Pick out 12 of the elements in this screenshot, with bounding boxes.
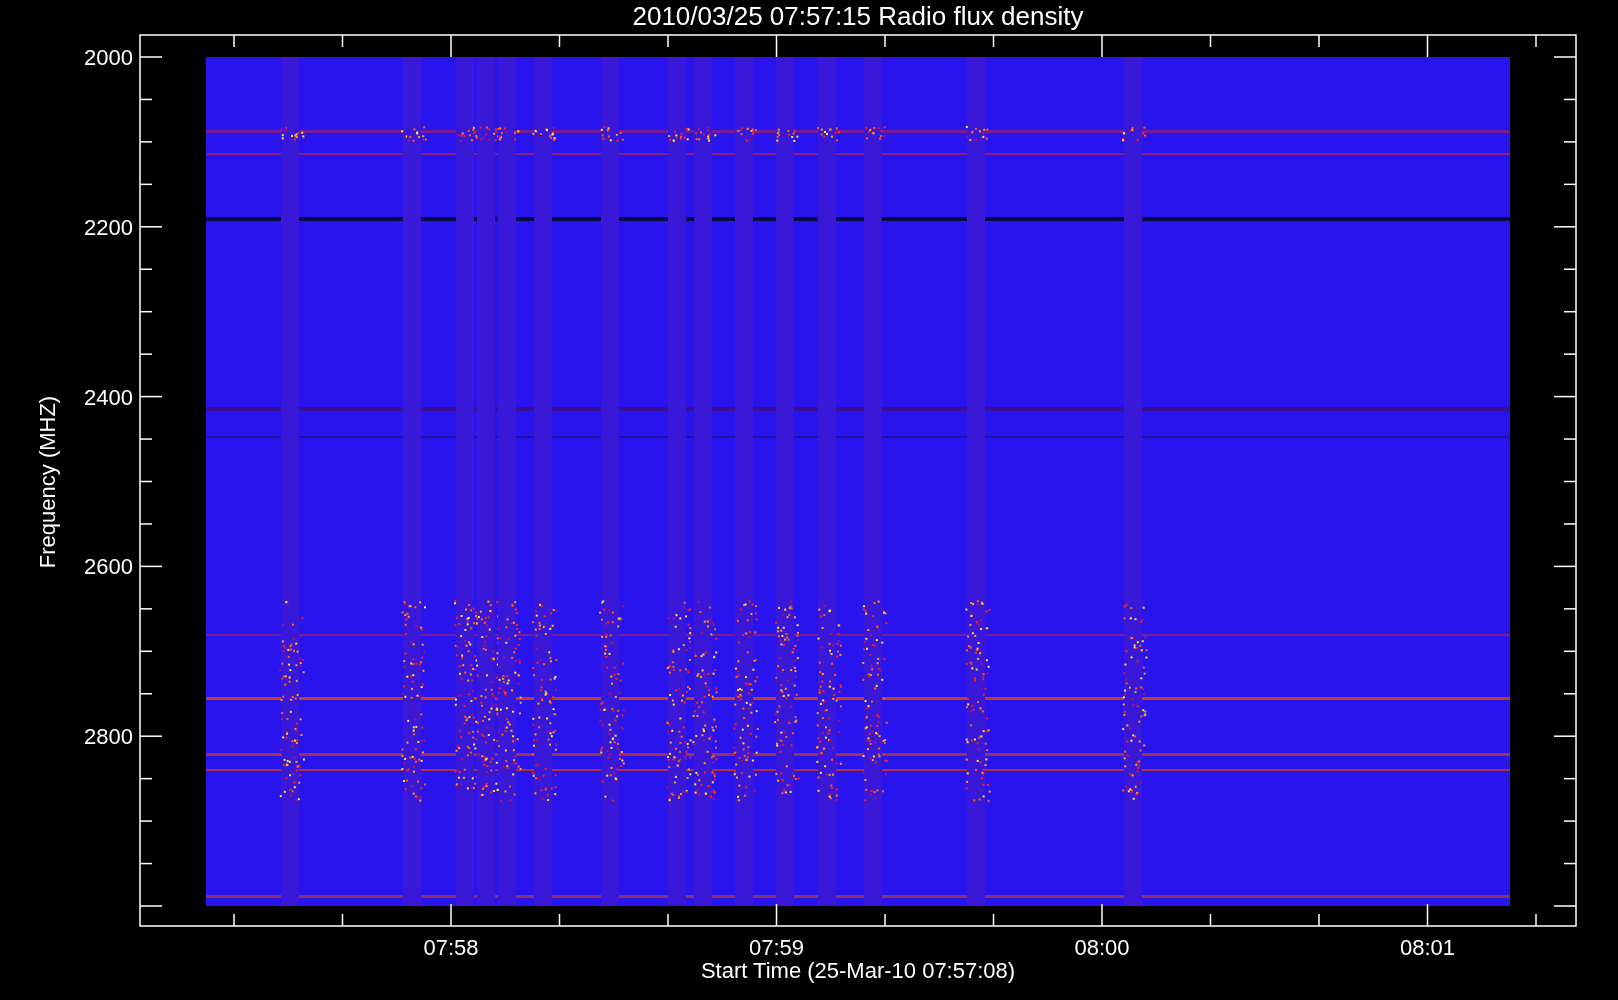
x-tick-label: 08:01 bbox=[1399, 935, 1456, 960]
x-tick-label: 07:58 bbox=[423, 935, 479, 960]
y-tick-label: 2400 bbox=[84, 384, 133, 410]
x-axis-label: Start Time (25-Mar-10 07:57:08) bbox=[700, 958, 1016, 983]
x-tick-label: 07:59 bbox=[748, 935, 805, 960]
y-tick-label: 2200 bbox=[84, 214, 133, 240]
chart-title: 2010/03/25 07:57:15 Radio flux density bbox=[632, 1, 1084, 31]
x-tick-label: 08:00 bbox=[1074, 935, 1130, 960]
y-axis-label: Frequency (MHZ) bbox=[35, 395, 60, 569]
y-tick-label: 2600 bbox=[84, 554, 133, 580]
y-tick-label: 2000 bbox=[84, 45, 133, 70]
y-tick-label: 2800 bbox=[84, 724, 133, 750]
